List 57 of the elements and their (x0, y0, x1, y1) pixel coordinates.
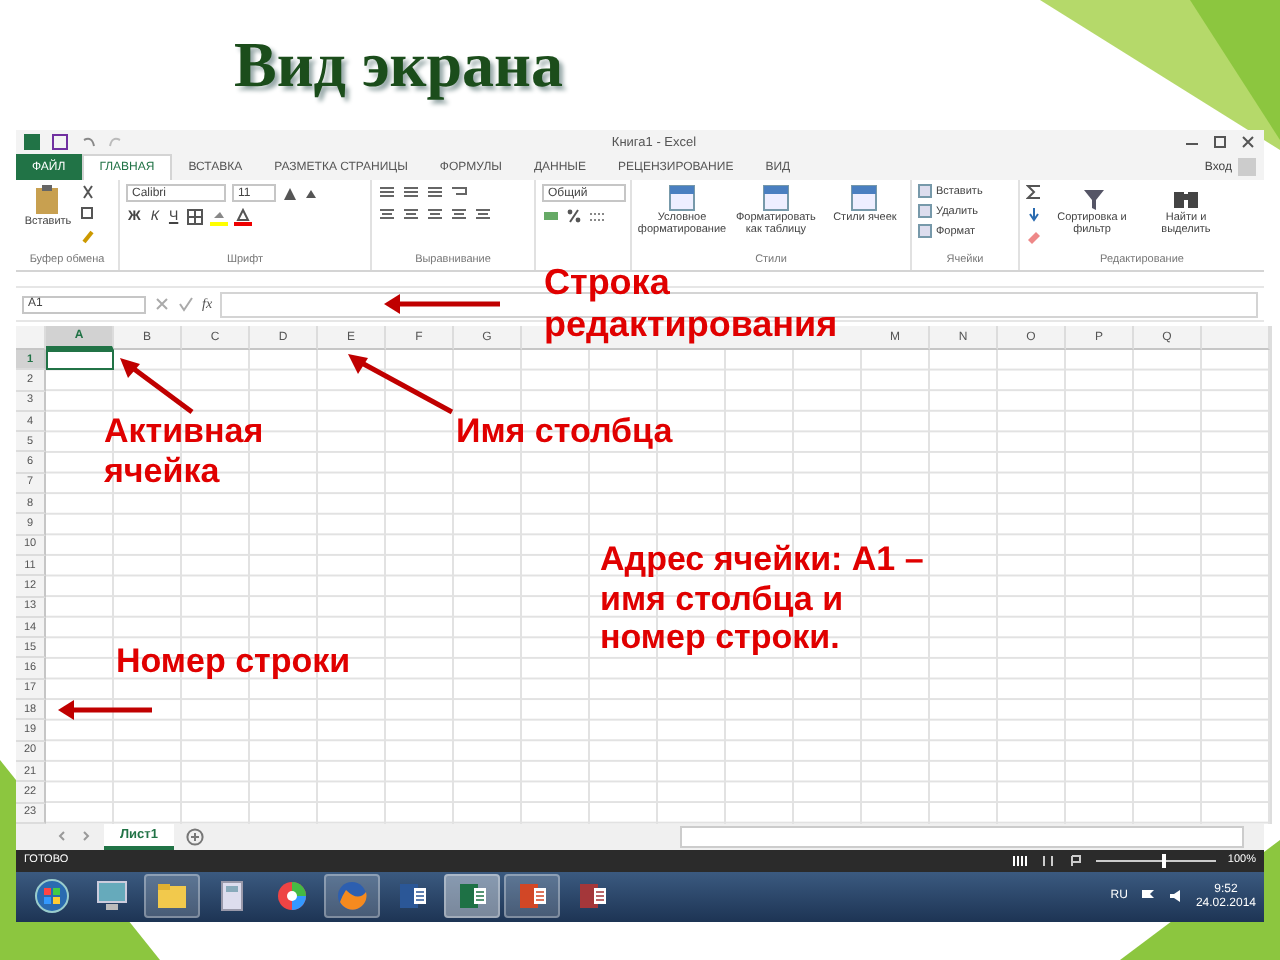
percent-icon[interactable] (566, 208, 582, 224)
monitor-icon[interactable] (94, 878, 130, 915)
align-icon[interactable] (378, 206, 396, 222)
annotation-text: Номер строки (116, 642, 353, 682)
align-icon[interactable] (450, 206, 468, 222)
fill-down-icon[interactable] (1026, 206, 1042, 222)
clipboard-icon[interactable] (34, 184, 62, 216)
table-style-icon[interactable] (759, 184, 792, 212)
brush-icon[interactable] (80, 228, 96, 244)
taskbar-button[interactable] (504, 874, 560, 919)
currency-icon[interactable] (542, 208, 560, 224)
annotation-text: Адрес ячейки: А1 – имя столбца и номер строки. (600, 540, 926, 658)
annotation-text: Активная ячейка (104, 412, 266, 491)
page-break-icon[interactable] (1067, 853, 1084, 868)
close-icon[interactable] (1240, 134, 1256, 150)
font-shrink-icon[interactable] (304, 186, 318, 200)
add-sheet-icon[interactable] (185, 827, 204, 846)
undo-icon[interactable] (80, 134, 96, 150)
taskbar-button[interactable] (324, 874, 380, 919)
align-icon[interactable] (426, 206, 444, 222)
horizontal-scrollbar[interactable] (680, 825, 1244, 848)
sum-icon[interactable] (1026, 184, 1042, 200)
align-icon[interactable] (402, 206, 420, 222)
scissors-icon[interactable] (80, 184, 96, 200)
fill-color-icon[interactable] (210, 208, 229, 226)
annotation-arrow (348, 354, 454, 415)
wrap-text-icon[interactable] (450, 184, 468, 200)
pinwheel-icon[interactable] (274, 878, 310, 915)
normal-view-icon[interactable] (1011, 853, 1028, 868)
align-icon[interactable] (402, 184, 420, 200)
borders-icon[interactable] (186, 208, 205, 226)
annotation-arrow (384, 294, 500, 314)
save-icon[interactable] (52, 134, 68, 150)
annotation-text: Имя столбца (456, 412, 675, 452)
globe-icon[interactable] (334, 878, 370, 915)
active-cell[interactable] (46, 350, 114, 371)
zoom-thumb[interactable] (1161, 853, 1166, 868)
maximize-icon[interactable] (1212, 134, 1228, 150)
annotation-arrow (120, 358, 194, 414)
copy-icon[interactable] (80, 206, 96, 222)
slide-title: Вид экрана (234, 28, 563, 102)
page-layout-icon[interactable] (1039, 853, 1056, 868)
taskbar-button[interactable] (444, 874, 500, 919)
align-icon[interactable] (474, 206, 492, 222)
annotation-text: Строка редактирования (544, 262, 840, 345)
align-icon[interactable] (426, 184, 444, 200)
annotation-arrow (58, 700, 152, 720)
table-style-icon[interactable] (848, 184, 881, 212)
font-grow-icon[interactable] (282, 185, 298, 201)
taskbar-button[interactable] (144, 874, 200, 919)
table-style-icon[interactable] (666, 184, 698, 212)
start-icon[interactable] (34, 878, 70, 915)
font-color-icon[interactable] (234, 208, 253, 226)
speaker-icon[interactable] (1167, 888, 1184, 905)
decimal-icon[interactable] (588, 208, 606, 224)
align-icon[interactable] (378, 184, 396, 200)
vertical-scrollbar[interactable] (1270, 326, 1272, 824)
